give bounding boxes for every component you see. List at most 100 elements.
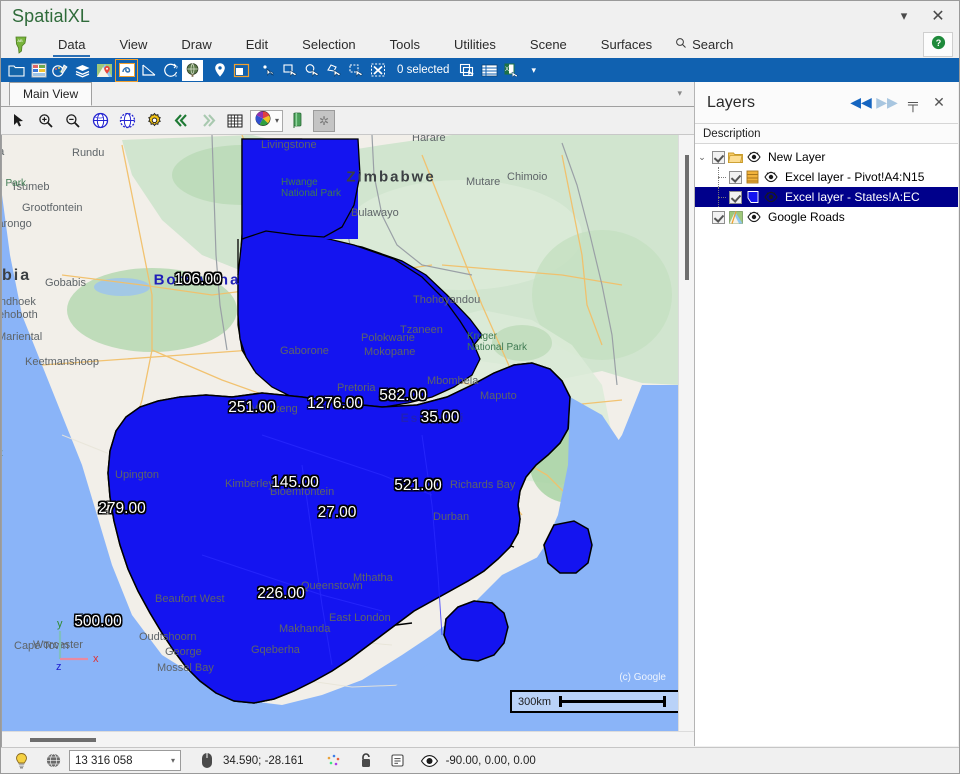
map-vertical-scrollbar[interactable] xyxy=(678,135,694,731)
layer-name-label: Google Roads xyxy=(764,210,845,224)
layers-panel: Layers ◀◀ ▶▶ ╤ ✕ Description ⌄New LayerE… xyxy=(694,82,958,746)
minimize-ribbon-button[interactable]: ▾ xyxy=(887,2,921,30)
ribbon-tab-data[interactable]: Data xyxy=(41,31,102,58)
snapshot-icon[interactable]: ✲ xyxy=(313,110,335,132)
globe-dashed-icon[interactable] xyxy=(115,110,139,132)
layer-eye-icon[interactable] xyxy=(746,210,761,225)
gear-icon[interactable] xyxy=(142,110,166,132)
select-polygon-icon[interactable] xyxy=(346,60,367,81)
layer-tree-row[interactable]: ⌄New Layer xyxy=(695,147,958,167)
layer-tree-row[interactable]: Excel layer - Pivot!A4:N15 xyxy=(695,167,958,187)
select-circle-icon[interactable] xyxy=(302,60,323,81)
ribbon-tab-draw[interactable]: Draw xyxy=(164,31,228,58)
close-window-button[interactable]: ✕ xyxy=(921,2,955,30)
ribbon-menu-bar: AB Data View Draw Edit Selection Tools U… xyxy=(1,31,959,58)
tree-connector xyxy=(712,187,726,207)
app-title: SpatialXL xyxy=(1,6,90,27)
toolbar-overflow-caret[interactable]: ▾ xyxy=(523,65,544,76)
layer-visibility-checkbox[interactable] xyxy=(729,171,742,184)
scale-combo[interactable]: 13 316 058 ▾ xyxy=(69,750,181,771)
axis-z-label: z xyxy=(56,661,62,671)
svg-text:AB: AB xyxy=(17,38,23,43)
layer-eye-icon[interactable] xyxy=(763,170,778,185)
layer-visibility-checkbox[interactable] xyxy=(712,211,725,224)
copy-selection-icon[interactable] xyxy=(457,60,478,81)
ribbon-right-area: ? xyxy=(743,31,959,58)
scale-caret-icon[interactable]: ▾ xyxy=(165,756,175,765)
layers-tree[interactable]: ⌄New Layer Excel layer - Pivot!A4:N15 Exce… xyxy=(695,144,958,746)
ribbon-search[interactable]: Search xyxy=(669,31,743,58)
palette-caret-icon[interactable]: ▾ xyxy=(275,116,279,125)
africa-logo-icon[interactable]: AB xyxy=(1,31,41,58)
flag-icon[interactable] xyxy=(286,110,310,132)
triangle-measure-icon[interactable] xyxy=(138,60,159,81)
polygon-layer-icon xyxy=(745,190,760,205)
table-icon[interactable] xyxy=(479,60,500,81)
select-point-icon[interactable] xyxy=(258,60,279,81)
ribbon-tab-scene[interactable]: Scene xyxy=(513,31,584,58)
forward-icon[interactable] xyxy=(196,110,220,132)
ribbon-tab-view[interactable]: View xyxy=(102,31,164,58)
select-lasso-icon[interactable] xyxy=(324,60,345,81)
zoom-in-icon[interactable] xyxy=(34,110,58,132)
tree-connector xyxy=(712,167,726,187)
application-window: SpatialXL ▾ ✕ AB Data View Draw Edit Sel… xyxy=(0,0,960,774)
map-horizontal-scrollbar[interactable] xyxy=(2,731,694,747)
globe-wire-icon[interactable] xyxy=(37,749,69,773)
collapse-left-button[interactable]: ◀◀ xyxy=(848,90,874,116)
ribbon-tab-utilities[interactable]: Utilities xyxy=(437,31,513,58)
main-toolbar: yx 0 selected xyxy=(1,58,959,82)
layers-icon[interactable] xyxy=(72,60,93,81)
rewind-icon[interactable] xyxy=(169,110,193,132)
eye-icon[interactable] xyxy=(414,749,446,773)
globe-blue-icon[interactable] xyxy=(88,110,112,132)
palette-pen-icon[interactable] xyxy=(50,60,71,81)
grid-icon[interactable] xyxy=(223,110,247,132)
tabstrip-overflow-caret[interactable]: ▾ xyxy=(677,88,682,99)
zoom-out-icon[interactable] xyxy=(61,110,85,132)
lock-icon[interactable] xyxy=(350,749,382,773)
globe-icon[interactable] xyxy=(182,60,203,81)
help-button[interactable]: ? xyxy=(923,32,953,57)
layer-eye-icon[interactable] xyxy=(763,190,778,205)
ribbon-tab-surfaces[interactable]: Surfaces xyxy=(584,31,669,58)
points-icon[interactable] xyxy=(318,749,350,773)
axis-orientation-widget: y x z xyxy=(46,615,106,671)
ribbon-tab-selection[interactable]: Selection xyxy=(285,31,372,58)
expand-collapse-icon[interactable]: ⌄ xyxy=(695,152,709,163)
legend-icon[interactable] xyxy=(231,60,252,81)
layer-eye-icon[interactable] xyxy=(746,150,761,165)
open-folder-icon[interactable] xyxy=(6,60,27,81)
select-rectangle-icon[interactable] xyxy=(280,60,301,81)
layer-visibility-checkbox[interactable] xyxy=(712,151,725,164)
axis-x-label: x xyxy=(93,653,99,665)
ribbon-tab-tools[interactable]: Tools xyxy=(373,31,437,58)
layer-visibility-checkbox[interactable] xyxy=(729,191,742,204)
tab-main-view[interactable]: Main View xyxy=(9,82,92,106)
google-map-pin-icon[interactable] xyxy=(94,60,115,81)
ribbon-tab-edit[interactable]: Edit xyxy=(229,31,285,58)
layer-name-label: Excel layer - Pivot!A4:N15 xyxy=(781,170,924,184)
coordinates-label: 34.590; -28.161 xyxy=(223,755,318,767)
pointer-icon[interactable] xyxy=(7,110,31,132)
layer-tree-row[interactable]: Excel layer - States!A:EC xyxy=(695,187,958,207)
map-horizontal-scrollbar-thumb[interactable] xyxy=(30,738,96,742)
close-panel-button[interactable]: ✕ xyxy=(926,90,952,116)
clear-selection-icon[interactable] xyxy=(368,60,389,81)
color-palette-button[interactable]: ▾ xyxy=(250,110,283,132)
map-vertical-scrollbar-thumb[interactable] xyxy=(685,155,689,280)
map-canvas[interactable]: OshakatiOndangwaRunduTsumebGrootfonteinK… xyxy=(2,135,678,731)
layers-column-header[interactable]: Description xyxy=(695,124,958,144)
lightbulb-icon[interactable] xyxy=(5,749,37,773)
layer-tree-row[interactable]: Google Roads xyxy=(695,207,958,227)
note-icon[interactable] xyxy=(382,749,414,773)
svg-text:x: x xyxy=(175,73,177,78)
pin-button[interactable]: ╤ xyxy=(900,90,926,116)
boundary-icon[interactable] xyxy=(116,60,137,81)
spreadsheet-icon[interactable] xyxy=(28,60,49,81)
rotate-axis-icon[interactable]: yx xyxy=(160,60,181,81)
map-pin-icon[interactable] xyxy=(209,60,230,81)
table-layer-icon xyxy=(745,170,760,185)
export-excel-icon[interactable]: X xyxy=(501,60,522,81)
collapse-right-button[interactable]: ▶▶ xyxy=(874,90,900,116)
